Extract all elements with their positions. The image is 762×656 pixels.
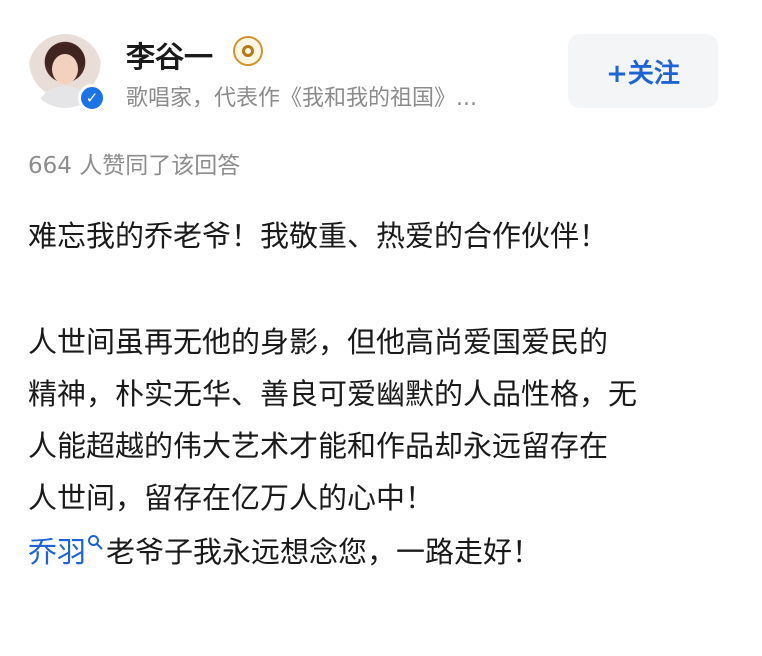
avatar-face	[52, 54, 78, 84]
answer-header: ✓ 李谷一 歌唱家，代表作《我和我的祖国》... +关注	[0, 0, 762, 130]
search-icon[interactable]	[87, 534, 103, 550]
paragraph-2-line-3: 人能超越的伟大艺术才能和作品却永远留存在	[28, 429, 609, 463]
paragraph-3-text: 老爷子我永远想念您，一路走好！	[106, 535, 542, 569]
eye-badge-icon[interactable]	[233, 36, 263, 66]
paragraph-2-line-1: 人世间虽再无他的身影，但他高尚爱国爱民的	[28, 325, 609, 359]
paragraph-1: 难忘我的乔老爷！我敬重、热爱的合作伙伴！	[28, 219, 609, 253]
paragraph-2: 人世间虽再无他的身影，但他高尚爱国爱民的 精神，朴实无华、善良可爱幽默的人品性格…	[28, 316, 637, 524]
author-name[interactable]: 李谷一	[126, 34, 213, 76]
paragraph-2-line-4: 人世间，留存在亿万人的心中！	[28, 481, 435, 515]
eye-pupil	[242, 45, 254, 57]
paragraph-3: 乔羽 老爷子我永远想念您，一路走好！	[28, 526, 541, 578]
verified-check-icon: ✓	[78, 84, 106, 112]
follow-button[interactable]: +关注	[568, 34, 718, 108]
agree-count: 664 人赞同了该回答	[28, 153, 241, 179]
author-subtitle: 歌唱家，代表作《我和我的祖国》...	[126, 86, 477, 111]
paragraph-2-line-2: 精神，朴实无华、善良可爱幽默的人品性格，无	[28, 377, 638, 411]
mention-link[interactable]: 乔羽	[28, 535, 86, 569]
